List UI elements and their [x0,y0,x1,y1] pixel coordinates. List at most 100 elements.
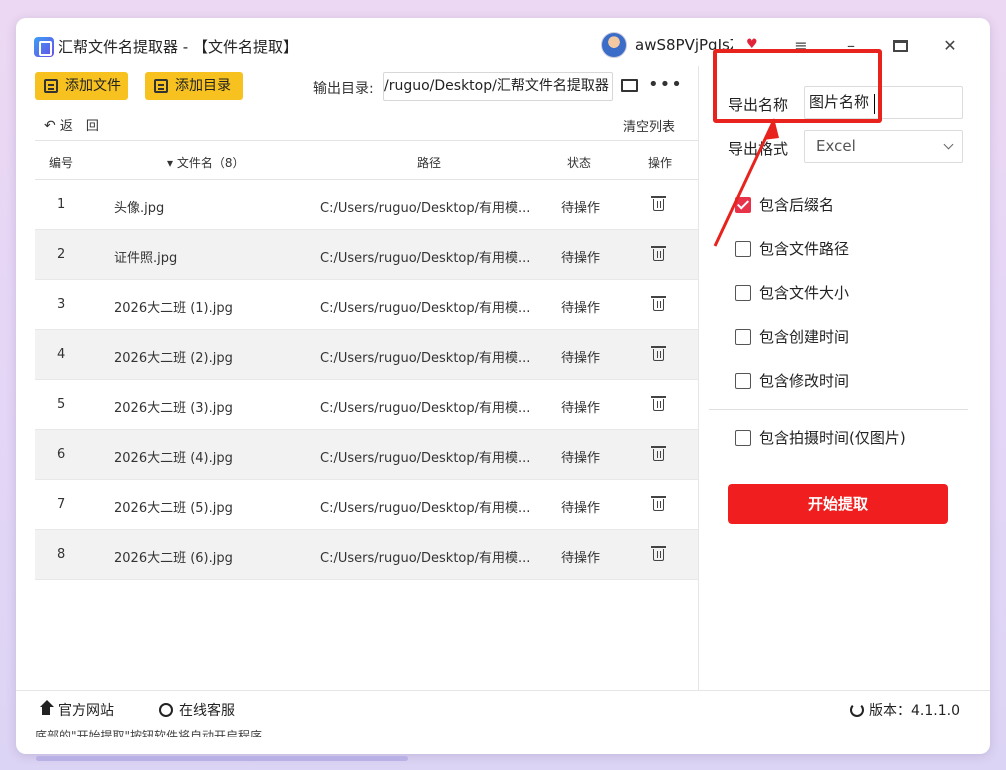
header-action: 操作 [648,156,673,170]
row-filename: 2026大二班 (6).jpg [114,551,233,566]
row-num: 5 [57,397,66,412]
header-num: 编号 [49,156,74,170]
option-photo-time-label: 包含拍摄时间(仅图片) [759,429,906,447]
website-label: 官方网站 [58,703,114,719]
user-avatar[interactable] [601,32,627,58]
table-row[interactable]: 3 2026大二班 (1).jpg C:/Users/ruguo/Desktop/有… [35,280,698,330]
option-label: 包含创建时间 [759,328,850,346]
row-num: 6 [57,447,66,462]
add-file-label: 添加文件 [65,78,121,94]
version-label: 版本：4.1.1.0 [869,703,960,719]
row-path: C:/Users/ruguo/Desktop/有用模... [320,301,531,316]
row-path: C:/Users/ruguo/Desktop/有用模... [320,401,531,416]
checkbox[interactable] [735,329,751,345]
support-icon [159,703,173,717]
delete-icon[interactable] [651,396,666,411]
app-logo-icon [34,37,54,57]
row-path: C:/Users/ruguo/Desktop/有用模... [320,501,531,516]
table-row[interactable]: 8 2026大二班 (6).jpg C:/Users/ruguo/Desktop/有… [35,530,698,580]
row-filename: 2026大二班 (5).jpg [114,501,233,516]
panel-divider [698,66,699,690]
row-path: C:/Users/ruguo/Desktop/有用模... [320,201,531,216]
footer-divider [16,690,990,691]
option-checkbox-row[interactable]: 包含创建时间 [735,326,849,347]
add-dir-label: 添加目录 [175,78,231,94]
maximize-icon[interactable] [890,38,910,54]
row-num: 1 [57,197,66,212]
add-dir-button[interactable]: 添加目录 [145,72,243,100]
back-label: 返 回 [59,119,99,134]
row-num: 7 [57,497,66,512]
chevron-down-icon [943,139,954,150]
option-checkbox-row[interactable]: 包含文件大小 [735,282,849,303]
delete-icon[interactable] [651,296,666,311]
output-dir-label: 输出目录: [313,81,374,97]
table-header: 编号 ▾ 文件名（8） 路径 状态 操作 [35,140,698,180]
option-label: 包含文件大小 [759,284,850,302]
row-num: 3 [57,297,66,312]
row-status: 待操作 [561,401,601,416]
row-filename: 2026大二班 (1).jpg [114,301,233,316]
delete-icon[interactable] [651,246,666,261]
table-row[interactable]: 7 2026大二班 (5).jpg C:/Users/ruguo/Desktop/有… [35,480,698,530]
delete-icon[interactable] [651,446,666,461]
scroll-indicator [36,756,408,761]
row-status: 待操作 [561,301,601,316]
refresh-icon [850,703,864,717]
row-num: 2 [57,247,66,262]
delete-icon[interactable] [651,496,666,511]
output-dir-input[interactable]: /ruguo/Desktop/汇帮文件名提取器 [383,72,613,101]
option-checkbox-row[interactable]: 包含修改时间 [735,370,849,391]
row-filename: 头像.jpg [114,201,165,216]
checkbox[interactable] [735,285,751,301]
row-path: C:/Users/ruguo/Desktop/有用模... [320,251,531,266]
row-num: 8 [57,547,66,562]
row-path: C:/Users/ruguo/Desktop/有用模... [320,451,531,466]
row-path: C:/Users/ruguo/Desktop/有用模... [320,351,531,366]
more-options-icon[interactable]: ••• [648,74,683,95]
checkbox[interactable] [735,430,751,446]
annotation-arrow [713,118,779,247]
version-info[interactable]: 版本：4.1.1.0 [850,700,960,720]
window-title: 汇帮文件名提取器 - 【文件名提取】 [58,38,298,56]
row-status: 待操作 [561,551,601,566]
delete-icon[interactable] [651,196,666,211]
clear-list-button[interactable]: 清空列表 [623,116,675,135]
row-filename: 2026大二班 (3).jpg [114,401,233,416]
header-name[interactable]: ▾ 文件名（8） [167,154,244,171]
row-status: 待操作 [561,501,601,516]
official-website-link[interactable]: 官方网站 [39,700,114,720]
folder-open-icon[interactable] [621,79,638,92]
table-row[interactable]: 6 2026大二班 (4).jpg C:/Users/ruguo/Desktop/有… [35,430,698,480]
checkbox[interactable] [735,373,751,389]
table-row[interactable]: 1 头像.jpg C:/Users/ruguo/Desktop/有用模... 待操作 [35,180,698,230]
file-table: 编号 ▾ 文件名（8） 路径 状态 操作 1 头像.jpg C:/Users/rug… [35,140,698,580]
row-status: 待操作 [561,351,601,366]
export-format-value: Excel [816,137,856,155]
row-filename: 2026大二班 (4).jpg [114,451,233,466]
add-file-button[interactable]: 添加文件 [35,72,128,100]
row-path: C:/Users/ruguo/Desktop/有用模... [320,551,531,566]
row-filename: 证件照.jpg [114,251,178,266]
table-row[interactable]: 5 2026大二班 (3).jpg C:/Users/ruguo/Desktop/有… [35,380,698,430]
back-button[interactable]: ↶ 返 回 [44,115,99,134]
header-path: 路径 [417,156,442,170]
row-filename: 2026大二班 (2).jpg [114,351,233,366]
row-status: 待操作 [561,451,601,466]
delete-icon[interactable] [651,546,666,561]
row-num: 4 [57,347,66,362]
export-format-select[interactable]: Excel [804,130,963,163]
start-extract-button[interactable]: 开始提取 [728,484,948,524]
row-status: 待操作 [561,201,601,216]
table-row[interactable]: 4 2026大二班 (2).jpg C:/Users/ruguo/Desktop/有… [35,330,698,380]
service-label: 在线客服 [179,703,235,719]
footer-hint: 底部的"开始提取"按钮软件将自动开启程序 [35,729,263,737]
home-icon [39,700,54,716]
option-photo-time[interactable]: 包含拍摄时间(仅图片) [735,427,906,448]
close-icon[interactable]: ✕ [940,38,960,54]
online-service-link[interactable]: 在线客服 [159,700,235,720]
table-row[interactable]: 2 证件照.jpg C:/Users/ruguo/Desktop/有用模... 待操作 [35,230,698,280]
app-window: 汇帮文件名提取器 - 【文件名提取】 awS8PVjPqIsZ ♥ ≡ – ✕ … [16,18,990,754]
settings-divider [709,409,968,410]
delete-icon[interactable] [651,346,666,361]
